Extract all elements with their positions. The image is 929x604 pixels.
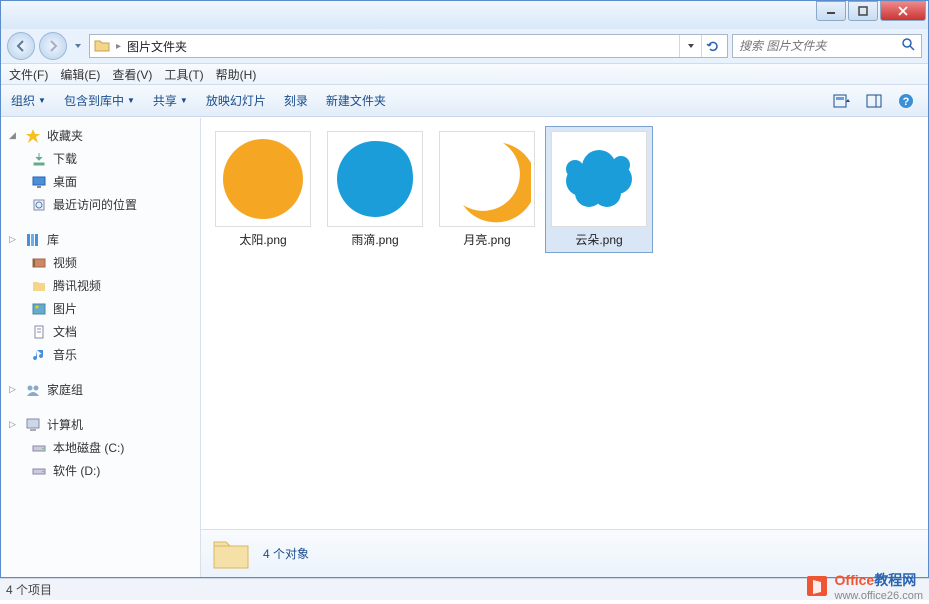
svg-text:?: ? <box>903 96 910 108</box>
sidebar-drive-c[interactable]: 本地磁盘 (C:) <box>1 436 200 459</box>
file-item[interactable]: 云朵.png <box>545 126 653 253</box>
sidebar-videos[interactable]: 视频 <box>1 251 200 274</box>
watermark: Office教程网 www.office26.com <box>803 570 923 602</box>
documents-icon <box>31 324 47 340</box>
file-thumbnail <box>327 131 423 227</box>
download-icon <box>31 151 47 167</box>
collapse-icon: ◢ <box>9 130 19 141</box>
file-item[interactable]: 雨滴.png <box>321 126 429 253</box>
drive-icon <box>31 440 47 456</box>
forward-button[interactable] <box>39 32 67 60</box>
share-button[interactable]: 共享▼ <box>153 92 188 109</box>
homegroup-group: ▷ 家庭组 <box>1 378 200 401</box>
history-dropdown[interactable] <box>71 32 85 60</box>
expand-icon: ▷ <box>9 234 19 245</box>
computer-group: ▷ 计算机 本地磁盘 (C:) 软件 (D:) <box>1 413 200 482</box>
homegroup-header[interactable]: ▷ 家庭组 <box>1 378 200 401</box>
file-thumbnail <box>551 131 647 227</box>
libraries-header[interactable]: ▷ 库 <box>1 228 200 251</box>
search-input[interactable] <box>739 39 901 53</box>
search-icon[interactable] <box>901 37 915 56</box>
folder-icon <box>31 278 47 294</box>
library-icon <box>25 232 41 248</box>
homegroup-label: 家庭组 <box>47 381 83 398</box>
pictures-icon <box>31 301 47 317</box>
organize-button[interactable]: 组织▼ <box>11 92 46 109</box>
expand-icon: ▷ <box>9 384 19 395</box>
expand-icon: ▷ <box>9 419 19 430</box>
sidebar-recent[interactable]: 最近访问的位置 <box>1 193 200 216</box>
libraries-label: 库 <box>47 231 59 248</box>
search-box[interactable] <box>732 34 922 58</box>
refresh-button[interactable] <box>701 35 723 57</box>
computer-header[interactable]: ▷ 计算机 <box>1 413 200 436</box>
folder-large-icon <box>211 536 251 572</box>
favorites-group: ◢ 收藏夹 下载 桌面 最近访问的位置 <box>1 124 200 216</box>
sidebar-documents[interactable]: 文档 <box>1 320 200 343</box>
computer-label: 计算机 <box>47 416 83 433</box>
computer-icon <box>25 417 41 433</box>
menu-edit[interactable]: 编辑(E) <box>60 66 100 83</box>
command-bar: 组织▼ 包含到库中▼ 共享▼ 放映幻灯片 刻录 新建文件夹 ? <box>1 85 928 117</box>
menu-bar: 文件(F) 编辑(E) 查看(V) 工具(T) 帮助(H) <box>1 63 928 85</box>
favorites-label: 收藏夹 <box>47 127 83 144</box>
sidebar-tencent-video[interactable]: 腾讯视频 <box>1 274 200 297</box>
sidebar-downloads[interactable]: 下载 <box>1 147 200 170</box>
file-item[interactable]: 月亮.png <box>433 126 541 253</box>
sidebar-drive-d[interactable]: 软件 (D:) <box>1 459 200 482</box>
preview-pane-button[interactable] <box>862 89 886 113</box>
file-item[interactable]: 太阳.png <box>209 126 317 253</box>
maximize-button[interactable] <box>848 1 878 21</box>
sidebar-desktop[interactable]: 桌面 <box>1 170 200 193</box>
drive-icon <box>31 463 47 479</box>
sidebar-pictures[interactable]: 图片 <box>1 297 200 320</box>
file-label: 太阳.png <box>239 231 286 248</box>
close-button[interactable] <box>880 1 926 21</box>
burn-button[interactable]: 刻录 <box>284 92 308 109</box>
file-thumbnail <box>215 131 311 227</box>
details-summary: 4 个对象 <box>263 545 309 562</box>
address-bar[interactable]: ▸ 图片文件夹 <box>89 34 728 58</box>
minimize-button[interactable] <box>816 1 846 21</box>
file-label: 雨滴.png <box>351 231 398 248</box>
file-label: 月亮.png <box>463 231 510 248</box>
menu-view[interactable]: 查看(V) <box>112 66 152 83</box>
navigation-pane: ◢ 收藏夹 下载 桌面 最近访问的位置 ▷ 库 视频 腾讯视频 图片 文档 音乐 <box>1 118 201 577</box>
address-dropdown[interactable] <box>679 35 701 57</box>
menu-tools[interactable]: 工具(T) <box>164 66 203 83</box>
back-button[interactable] <box>7 32 35 60</box>
help-button[interactable]: ? <box>894 89 918 113</box>
folder-icon <box>94 38 110 54</box>
menu-help[interactable]: 帮助(H) <box>216 66 257 83</box>
new-folder-button[interactable]: 新建文件夹 <box>326 92 386 109</box>
status-bar: 4 个项目 <box>0 578 929 600</box>
video-icon <box>31 255 47 271</box>
file-grid[interactable]: 太阳.png 雨滴.png 月亮.png 云朵.png <box>201 118 928 529</box>
sidebar-music[interactable]: 音乐 <box>1 343 200 366</box>
libraries-group: ▷ 库 视频 腾讯视频 图片 文档 音乐 <box>1 228 200 366</box>
navigation-bar: ▸ 图片文件夹 <box>1 29 928 63</box>
star-icon <box>25 128 41 144</box>
breadcrumb-folder[interactable]: 图片文件夹 <box>127 38 187 55</box>
file-label: 云朵.png <box>575 231 622 248</box>
file-thumbnail <box>439 131 535 227</box>
recent-icon <box>31 197 47 213</box>
include-in-library-button[interactable]: 包含到库中▼ <box>64 92 135 109</box>
window-controls <box>816 1 926 21</box>
view-options-button[interactable] <box>830 89 854 113</box>
explorer-window: ▸ 图片文件夹 文件(F) 编辑(E) 查看(V) 工具(T) 帮助(H) 组织… <box>0 0 929 578</box>
titlebar <box>1 1 928 29</box>
favorites-header[interactable]: ◢ 收藏夹 <box>1 124 200 147</box>
slideshow-button[interactable]: 放映幻灯片 <box>206 92 266 109</box>
content-area: 太阳.png 雨滴.png 月亮.png 云朵.png 4 个对象 <box>201 118 928 577</box>
body-area: ◢ 收藏夹 下载 桌面 最近访问的位置 ▷ 库 视频 腾讯视频 图片 文档 音乐 <box>1 117 928 577</box>
music-icon <box>31 347 47 363</box>
office-logo-icon <box>803 572 831 600</box>
breadcrumb-separator: ▸ <box>116 41 121 52</box>
status-text: 4 个项目 <box>6 581 52 598</box>
menu-file[interactable]: 文件(F) <box>9 66 48 83</box>
homegroup-icon <box>25 382 41 398</box>
desktop-icon <box>31 174 47 190</box>
